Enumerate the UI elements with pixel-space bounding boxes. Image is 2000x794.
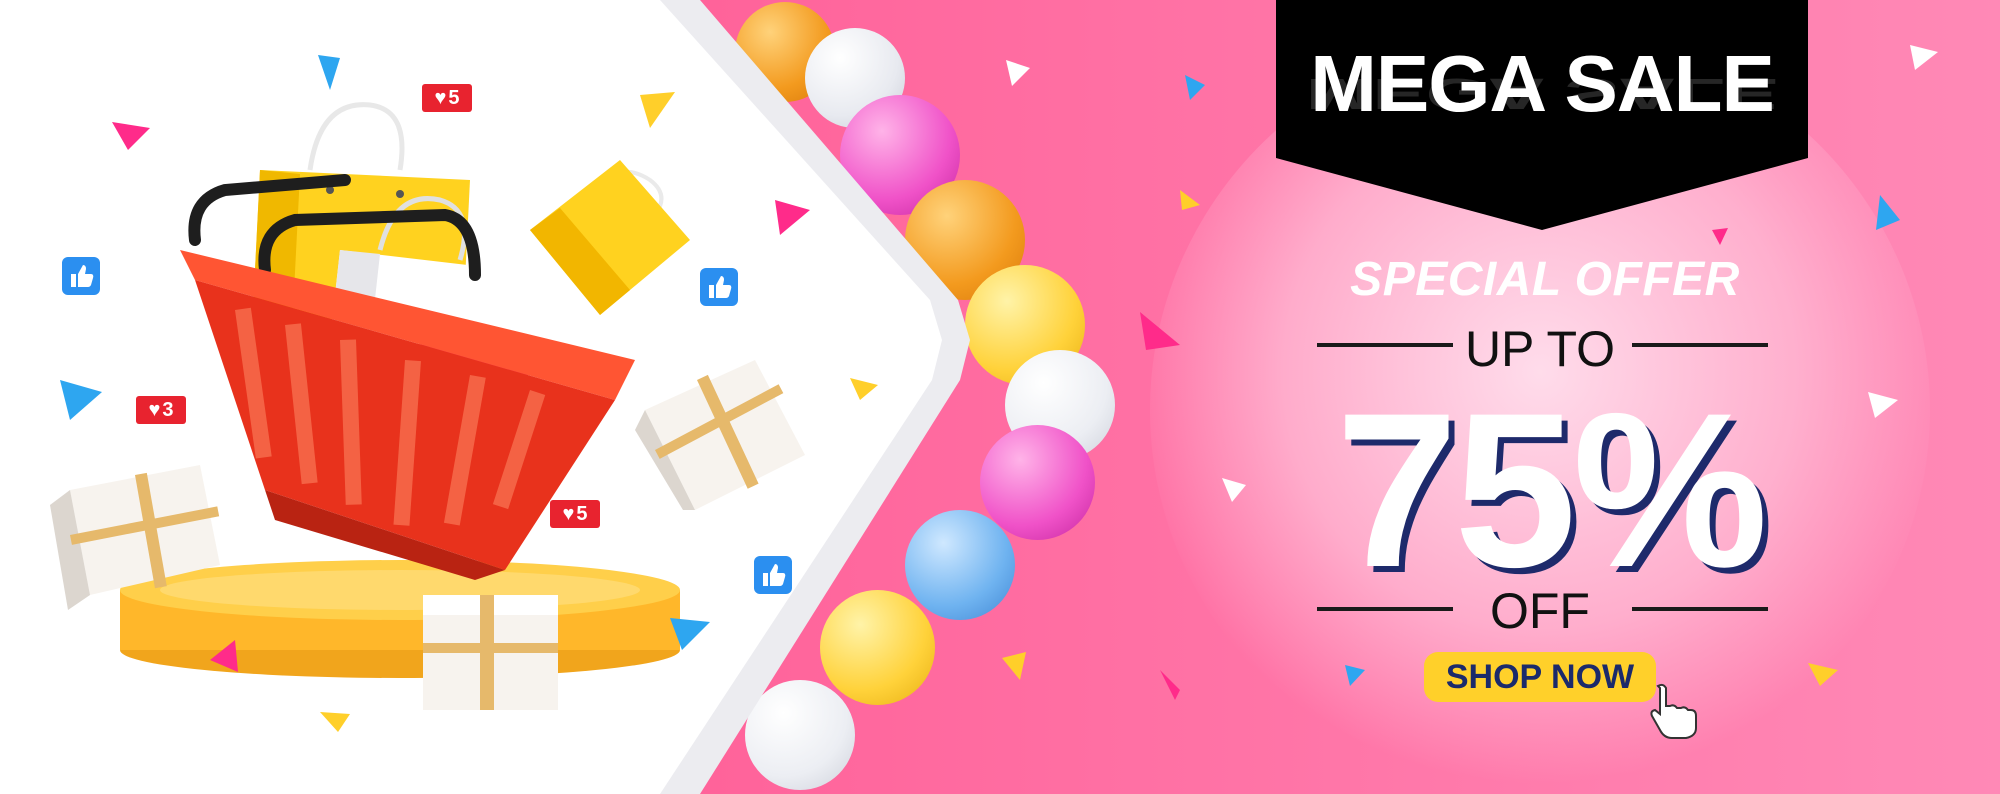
confetti-icon xyxy=(60,45,1938,732)
sale-banner: MEGA SALE MEGA SALE SPECIAL OFFER UP TO … xyxy=(0,0,2000,794)
